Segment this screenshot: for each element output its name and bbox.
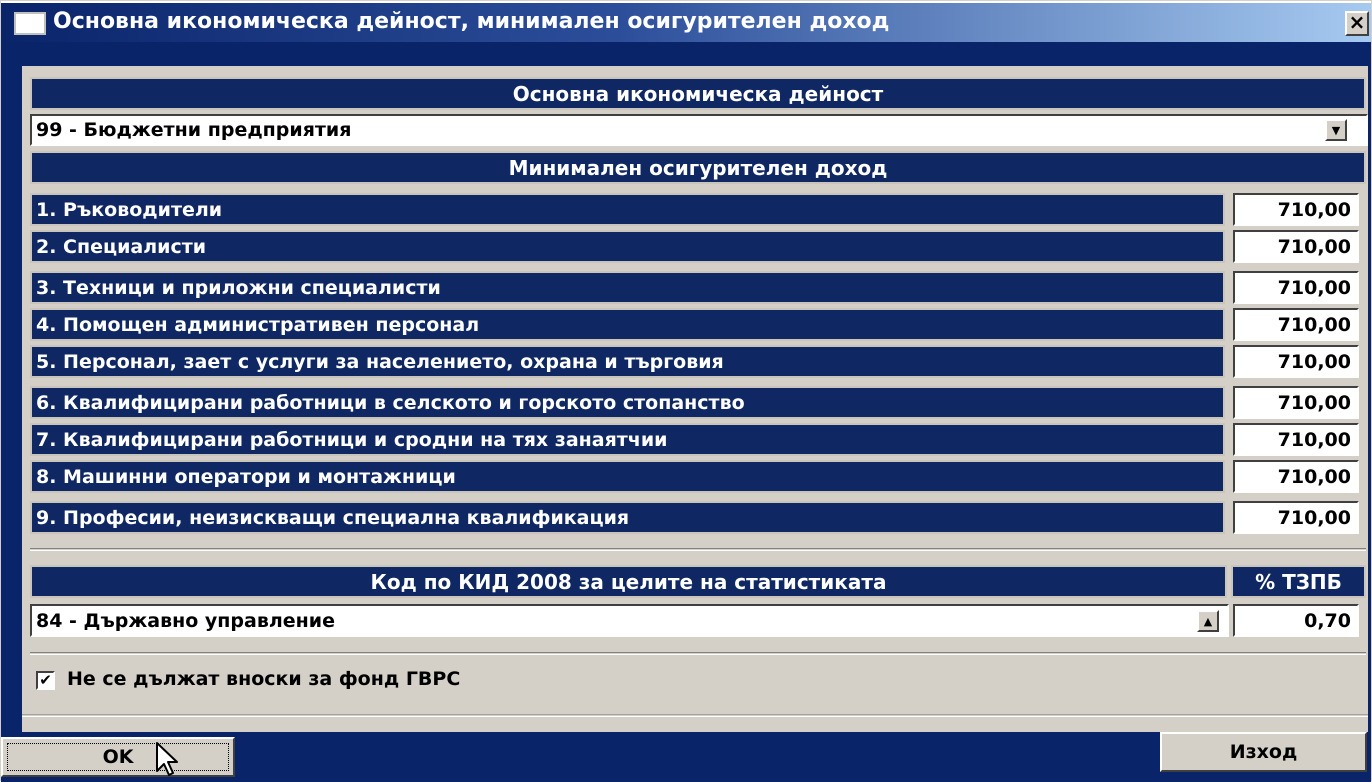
window-icon	[14, 12, 46, 35]
min-income-row-label: 4. Помощен административен персонал	[30, 308, 1225, 341]
min-income-row-label: 7. Квалифицирани работници и сродни на т…	[30, 423, 1225, 456]
activity-selected-value: 99 - Бюджетни предприятия	[36, 119, 352, 141]
gvrs-checkbox-label[interactable]: Не се дължат вноски за фонд ГВРС	[67, 668, 460, 690]
separator	[30, 548, 1366, 551]
min-income-value-field[interactable]: 710,00	[1233, 230, 1359, 263]
min-income-row-label: 8. Машинни оператори и монтажници	[30, 460, 1225, 493]
dialog-window: Основна икономическа дейност, минимален …	[0, 0, 1372, 782]
mouse-pointer-icon	[156, 742, 178, 776]
title-bar[interactable]: Основна икономическа дейност, минимален …	[1, 1, 1371, 42]
ok-button[interactable]: OK	[1, 737, 235, 777]
min-income-value-field[interactable]: 710,00	[1233, 501, 1359, 534]
activity-header: Основна икономическа дейност	[30, 77, 1366, 110]
kid-header: Код по КИД 2008 за целите на статистикат…	[30, 565, 1227, 598]
gvrs-checkbox[interactable]: ✔	[36, 671, 55, 690]
separator	[30, 652, 1366, 655]
exit-button[interactable]: Изход	[1160, 732, 1367, 772]
min-income-header: Минимален осигурителен доход	[30, 151, 1366, 184]
chevron-down-icon: ▼	[1331, 123, 1341, 137]
min-income-row-label: 5. Персонал, зает с услуги за населениет…	[30, 345, 1225, 378]
min-income-row-label: 2. Специалисти	[30, 230, 1225, 263]
min-income-value-field[interactable]: 710,00	[1233, 345, 1359, 378]
min-income-value-field[interactable]: 710,00	[1233, 308, 1359, 341]
kid-select[interactable]: 84 - Държавно управление	[30, 604, 1229, 637]
close-button[interactable]: ×	[1345, 11, 1369, 36]
kid-selected-value: 84 - Държавно управление	[36, 609, 335, 632]
rate-value-field[interactable]: 0,70	[1233, 604, 1359, 637]
min-income-row-label: 6. Квалифицирани работници в селското и …	[30, 386, 1225, 419]
chevron-up-icon: ▲	[1203, 614, 1213, 628]
activity-select[interactable]: 99 - Бюджетни предприятия	[30, 114, 1368, 146]
dialog-body: Основна икономическа дейност 99 - Бюджет…	[1, 42, 1371, 782]
min-income-value-field[interactable]: 710,00	[1233, 271, 1359, 304]
min-income-value-field[interactable]: 710,00	[1233, 423, 1359, 456]
min-income-value-field[interactable]: 710,00	[1233, 193, 1359, 226]
kid-dropdown-button[interactable]: ▲	[1197, 610, 1219, 632]
footer-separator	[22, 714, 1368, 717]
check-icon: ✔	[39, 671, 52, 689]
min-income-row-label: 1. Ръководители	[30, 193, 1225, 226]
rate-header: % ТЗПБ	[1231, 565, 1366, 598]
min-income-value-field[interactable]: 710,00	[1233, 460, 1359, 493]
min-income-row-label: 3. Техници и приложни специалисти	[30, 271, 1225, 304]
activity-dropdown-button[interactable]: ▼	[1325, 119, 1347, 141]
min-income-row-label: 9. Професии, неизискващи специална квали…	[30, 501, 1225, 534]
min-income-value-field[interactable]: 710,00	[1233, 386, 1359, 419]
window-title: Основна икономическа дейност, минимален …	[53, 9, 890, 34]
